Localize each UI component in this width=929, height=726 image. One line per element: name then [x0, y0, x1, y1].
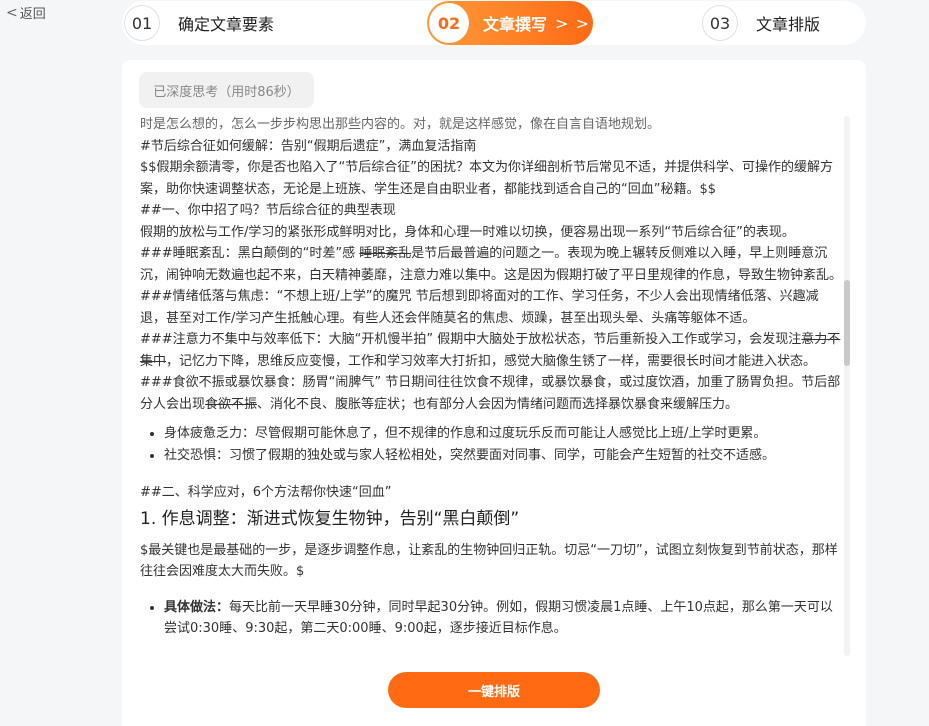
scrollbar-thumb[interactable]: [844, 280, 850, 366]
symptom-list: 身体疲惫乏力：尽管假期可能休息了，但不规律的作息和过度玩乐反而可能让人感觉比上班…: [140, 423, 842, 466]
article-scroll-area[interactable]: 时是怎么想的，怎么一步步构思出那些内容的。对，就是这样感觉，像在自言自语地规划。…: [140, 114, 842, 662]
step-3-number: 03: [702, 5, 738, 41]
deep-thinking-toggle[interactable]: 已深度思考（用时86秒）: [139, 72, 314, 108]
section-1-heading: ##一、你中招了吗？节后综合征的典型表现: [140, 203, 396, 218]
step-1-number: 01: [124, 5, 160, 41]
chevron-left-icon: <: [6, 4, 18, 21]
clipped-text-line: 时是怎么想的，怎么一步步构思出那些内容的。对，就是这样感觉，像在自言自语地规划。: [140, 117, 661, 132]
step-1[interactable]: 01 确定文章要素: [124, 1, 274, 45]
list-item: 身体疲惫乏力：尽管假期可能休息了，但不规律的作息和过度玩乐反而可能让人感觉比上班…: [164, 423, 842, 445]
paragraph-mood: ###情绪低落与焦虑：“不想上班/上学”的魔咒 节后想到即将面对的工作、学习任务…: [140, 289, 819, 326]
section-1-intro: 假期的放松与工作/学习的紧张形成鲜明对比，身体和心理一时难以切换，便容易出现一系…: [140, 224, 795, 240]
list-item: 具体做法：每天比前一天早睡30分钟，同时早起30分钟。例如，假期习惯凌晨1点睡、…: [164, 597, 842, 640]
article-intro: $$假期余额清零，你是否也陷入了“节后综合征”的困扰？本文为你详细剖析节后常见不…: [140, 160, 834, 197]
article-title-line: #节后综合征如何缓解：告别“假期后遗症”，满血复活指南: [140, 138, 477, 154]
editor-panel: 已深度思考（用时86秒） 时是怎么想的，怎么一步步构思出那些内容的。对，就是这样…: [122, 60, 866, 726]
one-click-format-button[interactable]: 一键排版: [388, 672, 600, 708]
scrollbar[interactable]: [844, 116, 850, 656]
step-3-label: 文章排版: [756, 15, 821, 34]
section-2-heading: ##二、科学应对，6个方法帮你快速“回血”: [140, 485, 392, 500]
step-1-label: 确定文章要素: [178, 15, 275, 34]
method-1-heading: 1. 作息调整：渐进式恢复生物钟，告别“黑白颠倒”: [140, 508, 520, 529]
paragraph-diet: ###食欲不振或暴饮暴食：肠胃“闹脾气” 节日期间往往饮食不规律，或暴饮暴食，或…: [140, 375, 841, 412]
step-2-active[interactable]: 02 文章撰写 > >: [427, 1, 593, 45]
step-2-label: 文章撰写: [483, 15, 548, 34]
article-content: 时是怎么想的，怎么一步步构思出那些内容的。对，就是这样感觉，像在自言自语地规划。…: [140, 114, 842, 640]
method-1-intro: $最关键也是最基础的一步，是逐步调整作息，让紊乱的生物钟回归正轨。切忌“一刀切”…: [140, 542, 838, 580]
paragraph-focus: ###注意力不集中与效率低下：大脑“开机慢半拍” 假期中大脑处于放松状态，节后重…: [140, 332, 841, 369]
step-2-number: 02: [429, 3, 469, 43]
method-1-list: 具体做法：每天比前一天早睡30分钟，同时早起30分钟。例如，假期习惯凌晨1点睡、…: [140, 597, 842, 640]
double-chevron-right-icon: > >: [555, 13, 590, 33]
step-3[interactable]: 03 文章排版: [702, 1, 820, 45]
list-item: 社交恐惧：习惯了假期的独处或与家人轻松相处，突然要面对同事、同学，可能会产生短暂…: [164, 445, 842, 467]
back-label: 返回: [19, 7, 46, 22]
back-link[interactable]: < 返回: [6, 3, 46, 23]
step-progress: 01 确定文章要素 02 文章撰写 > > 03 文章排版: [122, 1, 866, 45]
paragraph-sleep: ###睡眠紊乱：黑白颠倒的“时差”感 睡眠紊乱是节后最普遍的问题之一。表现为晚上…: [140, 246, 842, 283]
